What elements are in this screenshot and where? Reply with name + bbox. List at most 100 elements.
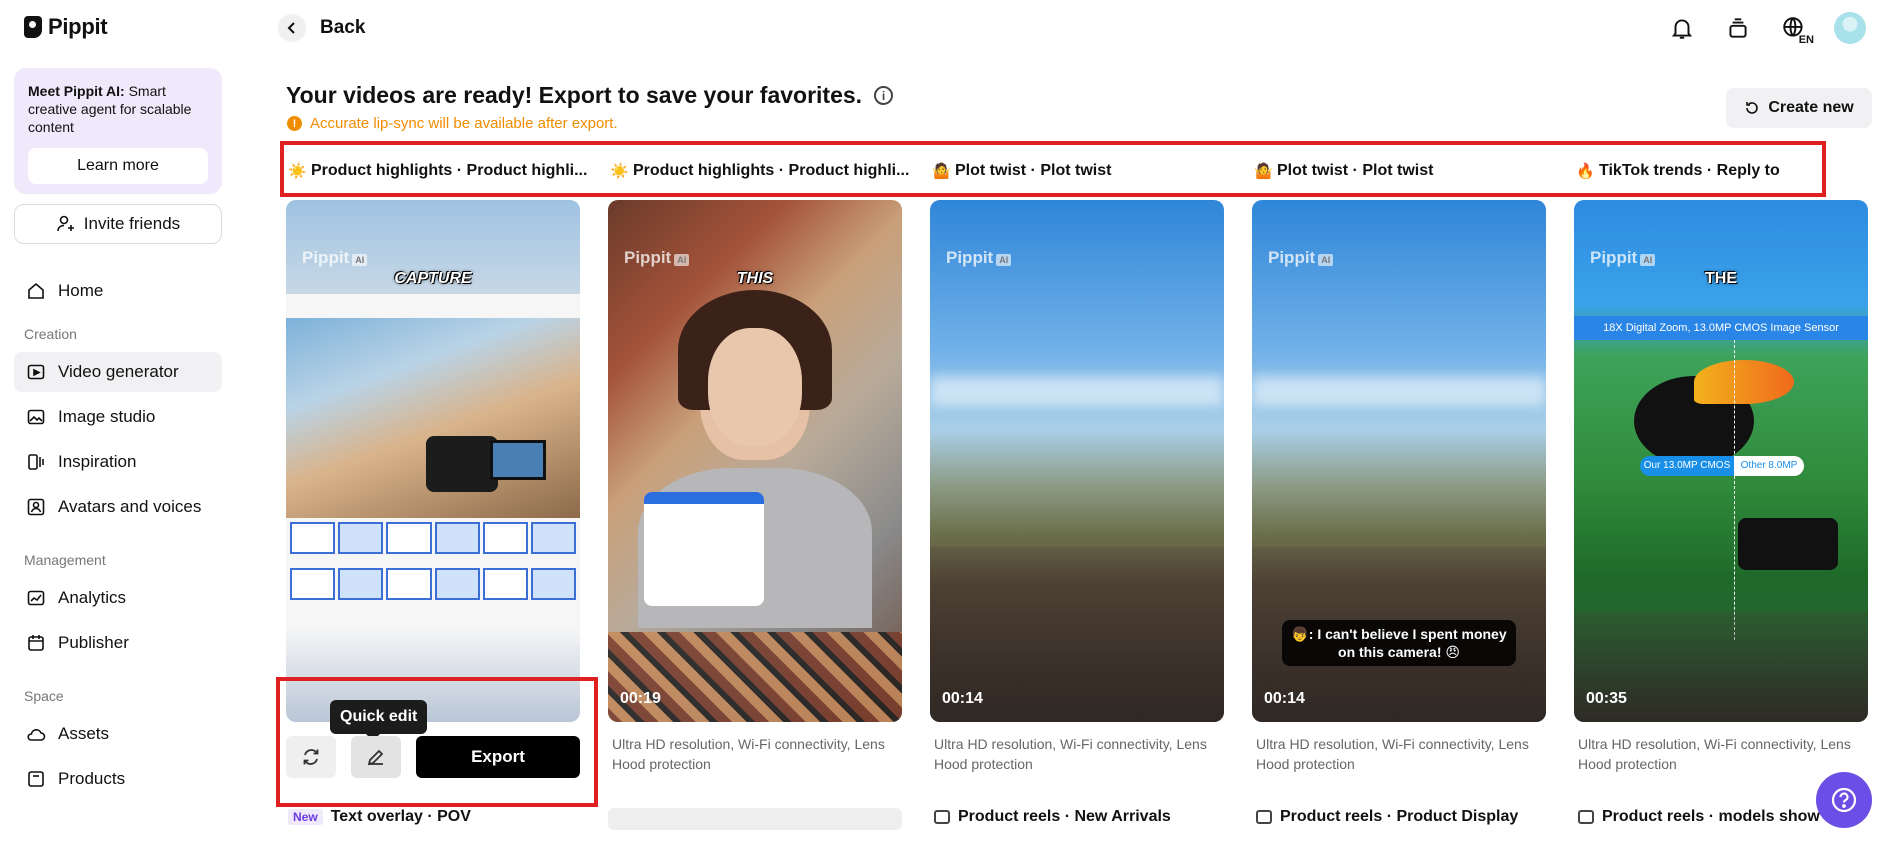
pippit-logo[interactable]: Pippit [24, 14, 108, 40]
page-title: Your videos are ready! Export to save yo… [286, 82, 894, 109]
sun-icon: ☀️ [288, 163, 307, 180]
sidebar-item-home[interactable] [14, 214, 222, 254]
language-code: EN [1798, 34, 1814, 46]
clouds [1252, 376, 1546, 406]
bell-icon[interactable] [1666, 12, 1698, 44]
category-label: 🤷 Plot twist · Plot twist [1254, 162, 1433, 180]
video-generator-icon [26, 362, 46, 382]
video-card[interactable]: Pippit AI 👦: I can't believe I spent mone… [1252, 200, 1546, 722]
sidebar-item-avatars-and-voices[interactable]: Avatars and voices [14, 487, 222, 527]
section-space: Space [24, 688, 64, 704]
category-text: Plot twist · Plot twist [1277, 162, 1434, 179]
video-description: Ultra HD resolution, Wi-Fi connectivity,… [612, 736, 885, 772]
sidebar-item-products[interactable]: Products [14, 759, 222, 799]
caption-word: THE [1705, 270, 1737, 287]
sidebar-item-image-studio[interactable]: Image studio [14, 397, 222, 437]
watermark-tag: AI [996, 254, 1012, 266]
sidebar-item-assets[interactable]: Assets [14, 714, 222, 754]
feature-grid [290, 522, 576, 632]
camcorder-image [426, 436, 498, 492]
sidebar-item-label: Avatars and voices [58, 497, 202, 516]
globe-icon[interactable]: EN [1778, 12, 1814, 46]
video-card[interactable]: Pippit AI THIS 00:19 [608, 200, 902, 722]
back-label: Back [320, 17, 366, 38]
compare-divider [1734, 340, 1735, 640]
promo-title: Meet Pippit AI: [28, 83, 125, 99]
category-label: Product reels · Product Display [1256, 808, 1518, 826]
pencil-icon [367, 749, 384, 766]
promo-text: Meet Pippit AI: Smart creative agent for… [28, 82, 208, 136]
watermark-brand: Pippit [1268, 248, 1316, 267]
sidebar-item-label: Analytics [58, 588, 127, 607]
new-badge: New [288, 809, 323, 825]
video-duration: 00:35 [1586, 690, 1627, 707]
category-label: Product reels · New Arrivals [934, 808, 1171, 826]
toucan-beak [1694, 360, 1794, 404]
pippit-watermark: Pippit AI [624, 248, 690, 268]
warning-text: Accurate lip-sync will be available afte… [310, 115, 618, 132]
video-card[interactable]: Pippit AI 00:14 [930, 200, 1224, 722]
category-text: Product reels · New Arrivals [958, 808, 1171, 825]
chevron-left-icon [278, 14, 306, 42]
pippit-watermark: Pippit AI [1268, 248, 1334, 268]
refresh-icon [1746, 102, 1759, 114]
quick-edit-button[interactable] [351, 736, 401, 778]
lip-sync-warning: ! Accurate lip-sync will be available af… [287, 115, 618, 132]
category-text: Product highlights · Product highli... [633, 162, 910, 179]
video-duration: 00:14 [1264, 690, 1305, 707]
topbar-actions: EN [1666, 12, 1866, 46]
video-card[interactable]: Pippit AI THE 18X Digital Zoom, 13.0MP CM… [1574, 200, 1868, 722]
sidebar-item-analytics[interactable]: Analytics [14, 578, 222, 618]
category-text: Product highlights · Product highli... [311, 162, 588, 179]
video-duration: 00:19 [620, 690, 661, 707]
pippit-watermark: Pippit AI [302, 248, 368, 268]
info-icon[interactable]: i [874, 86, 894, 105]
camcorder-screen [490, 440, 546, 480]
sidebar-item-label: Image studio [58, 407, 156, 426]
regenerate-button[interactable] [286, 736, 336, 778]
shrug-icon: 🤷 [932, 163, 951, 180]
sidebar-item-label: Assets [58, 724, 110, 743]
sidebar-item-home[interactable]: Home [14, 271, 222, 311]
section-creation: Creation [24, 326, 77, 342]
caption-word: CAPTURE [394, 270, 472, 287]
cloud-icon [26, 724, 46, 744]
reel-icon [934, 810, 950, 824]
video-card[interactable]: Pippit AI CAPTURE [286, 200, 580, 722]
presenter-skin [708, 328, 802, 446]
sidebar-item-label: Video generator [58, 362, 179, 381]
watermark-brand: Pippit [302, 248, 350, 267]
category-label: New Text overlay · POV [288, 808, 471, 826]
video-description: Ultra HD resolution, Wi-Fi connectivity,… [1578, 736, 1851, 772]
sidebar-item-inspiration[interactable]: Inspiration [14, 442, 222, 482]
avatar-image [1834, 12, 1866, 44]
export-button[interactable]: Export [416, 736, 580, 778]
quick-edit-tooltip: Quick edit [330, 700, 428, 734]
watermark-brand: Pippit [1590, 248, 1638, 267]
pippit-logo-icon [24, 16, 42, 38]
caption-word: THIS [736, 270, 774, 287]
pippit-watermark: Pippit AI [1590, 248, 1656, 268]
layers-icon[interactable] [1722, 12, 1754, 44]
avatar[interactable] [1834, 12, 1866, 44]
help-button[interactable] [1816, 772, 1872, 828]
calendar-icon [26, 633, 46, 653]
loading-skeleton [608, 808, 902, 830]
analytics-icon [26, 588, 46, 608]
question-icon [1831, 787, 1857, 813]
subtitle-overlay: 👦: I can't believe I spent money on this… [1282, 620, 1516, 666]
sidebar-item-label: Publisher [58, 633, 129, 652]
sidebar-item-publisher[interactable]: Publisher [14, 623, 222, 663]
sidebar-item-label: Home [58, 281, 104, 300]
feature-banner: 18X Digital Zoom, 13.0MP CMOS Image Sens… [1574, 316, 1868, 340]
watermark-brand: Pippit [624, 248, 672, 267]
clouds [930, 376, 1224, 406]
category-label: ☀️ Product highlights · Product highli... [610, 162, 909, 180]
reel-icon [1256, 810, 1272, 824]
create-new-button[interactable]: Create new [1726, 88, 1872, 128]
learn-more-button[interactable]: Learn more [28, 148, 208, 184]
page-title-text: Your videos are ready! Export to save yo… [286, 82, 863, 108]
sidebar-item-video-generator[interactable]: Video generator [14, 352, 222, 392]
logo-text: Pippit [48, 14, 108, 39]
back-button[interactable]: Back [278, 14, 365, 42]
